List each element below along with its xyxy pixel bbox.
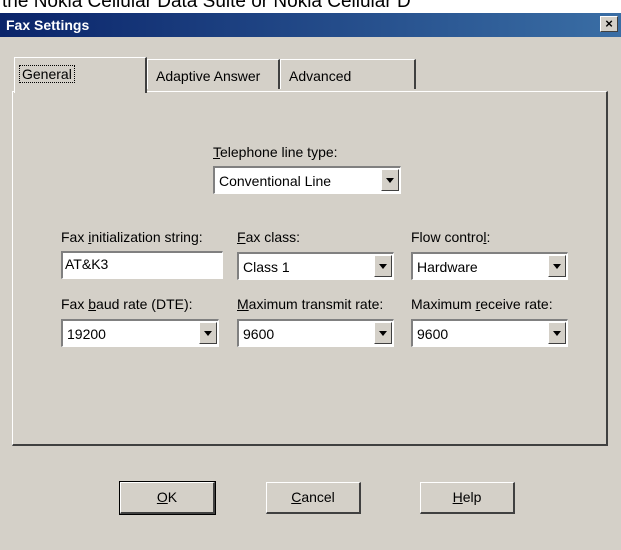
chevron-down-icon[interactable]	[548, 322, 566, 344]
chevron-down-icon[interactable]	[199, 322, 217, 344]
flow-control-label: Flow control:	[411, 229, 491, 245]
cancel-button[interactable]: Cancel	[266, 482, 361, 514]
fax-class-select[interactable]: Class 1	[237, 252, 394, 280]
close-icon: ×	[605, 16, 613, 31]
line-type-select[interactable]: Conventional Line	[213, 166, 401, 194]
max-transmit-label: Maximum transmit rate:	[237, 296, 384, 312]
baud-rate-label: Fax baud rate (DTE):	[61, 296, 193, 312]
init-string-field-frame	[61, 251, 223, 279]
fax-class-label: Fax class:	[237, 229, 301, 245]
fax-settings-dialog: Fax Settings × General Adaptive Answer A…	[0, 13, 621, 550]
tab-adaptive-answer-label: Adaptive Answer	[156, 68, 261, 84]
max-receive-select[interactable]: 9600	[411, 319, 568, 347]
chevron-down-icon[interactable]	[374, 322, 392, 344]
line-type-value: Conventional Line	[219, 173, 332, 189]
init-string-label: Fax initialization string:	[61, 229, 203, 245]
ok-button[interactable]: OK	[119, 481, 216, 515]
max-transmit-select[interactable]: 9600	[237, 319, 394, 347]
chevron-down-icon[interactable]	[381, 169, 399, 191]
close-button[interactable]: ×	[600, 16, 618, 32]
tab-general-label: General	[19, 65, 75, 83]
fax-class-value: Class 1	[243, 259, 290, 275]
tab-general[interactable]: General	[14, 57, 147, 93]
chevron-down-icon[interactable]	[374, 255, 392, 277]
tab-adaptive-answer[interactable]: Adaptive Answer	[147, 59, 280, 89]
line-type-label: Telephone line type:	[213, 144, 338, 160]
window-title: Fax Settings	[6, 17, 90, 33]
background-caption-text: the Nokia Cellular Data Suite or Nokia C…	[2, 0, 411, 12]
flow-control-value: Hardware	[417, 259, 478, 275]
init-string-input[interactable]	[65, 256, 215, 272]
title-bar[interactable]: Fax Settings ×	[0, 13, 621, 37]
help-button[interactable]: Help	[420, 482, 515, 514]
flow-control-select[interactable]: Hardware	[411, 252, 568, 280]
max-receive-value: 9600	[417, 326, 449, 342]
general-tab-panel: Telephone line type: Conventional Line F…	[12, 91, 608, 446]
baud-rate-select[interactable]: 19200	[61, 319, 219, 347]
tab-advanced-label: Advanced	[289, 68, 352, 84]
baud-rate-value: 19200	[67, 326, 106, 342]
tab-advanced[interactable]: Advanced	[280, 59, 416, 89]
chevron-down-icon[interactable]	[548, 255, 566, 277]
max-receive-label: Maximum receive rate:	[411, 296, 553, 312]
max-transmit-value: 9600	[243, 326, 275, 342]
